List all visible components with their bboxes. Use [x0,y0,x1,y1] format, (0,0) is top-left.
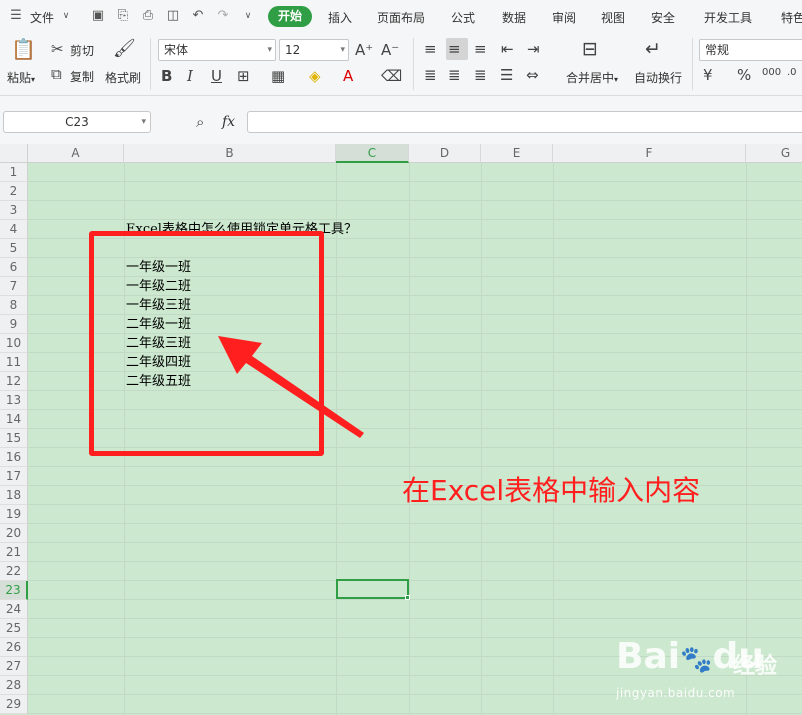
jingyan-label: 经验 [733,654,778,679]
arrow-icon [218,336,364,438]
baidu-watermark: Bai🐾du 经验 jingyan.baidu.com [616,628,796,708]
annotation-text: 在Excel表格中输入内容 [402,474,701,507]
watermark-url: jingyan.baidu.com [616,686,736,700]
